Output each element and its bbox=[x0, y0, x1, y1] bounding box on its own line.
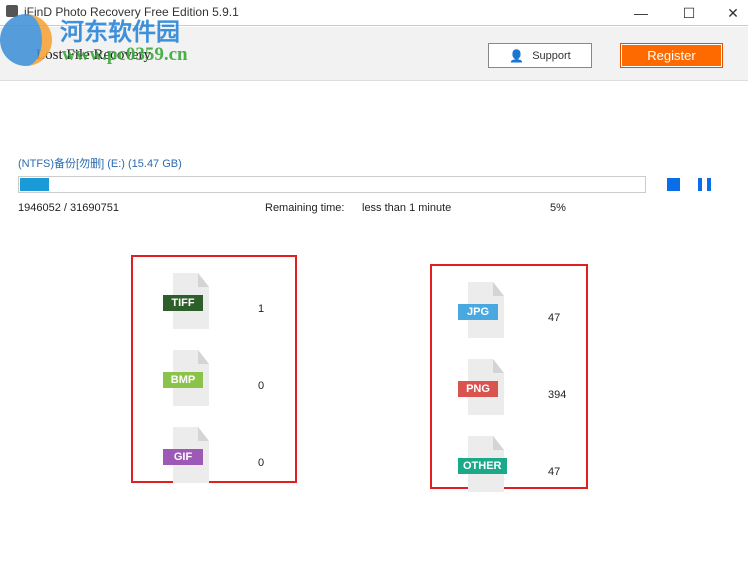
pause-button[interactable] bbox=[698, 178, 711, 191]
support-button[interactable]: 👤 Support bbox=[488, 43, 592, 68]
progress-percent: 5% bbox=[550, 202, 566, 214]
header-bar: Lost File Recovery 👤 Support Register bbox=[0, 27, 748, 81]
user-icon: 👤 bbox=[509, 48, 525, 63]
register-button[interactable]: Register bbox=[620, 43, 723, 68]
maximize-button[interactable]: ☐ bbox=[674, 3, 704, 23]
stop-button[interactable] bbox=[667, 178, 680, 191]
file-type-count: 47 bbox=[548, 466, 561, 478]
support-label: Support bbox=[532, 49, 571, 62]
drive-label: (NTFS)备份[勿删] (E:) (15.47 GB) bbox=[18, 158, 182, 170]
file-type-png-icon: PNG bbox=[458, 359, 518, 419]
remaining-label: Remaining time: bbox=[265, 202, 345, 214]
file-type-bmp-icon: BMP bbox=[163, 350, 223, 410]
file-type-label: BMP bbox=[163, 372, 203, 388]
file-type-label: OTHER bbox=[458, 458, 507, 474]
file-type-gif-icon: GIF bbox=[163, 427, 223, 487]
close-button[interactable]: ✕ bbox=[718, 3, 748, 23]
title-bar: iFinD Photo Recovery Free Edition 5.9.1 … bbox=[0, 0, 748, 26]
file-type-count: 47 bbox=[548, 312, 561, 324]
section-title: Lost File Recovery bbox=[36, 47, 151, 63]
minimize-button[interactable]: — bbox=[626, 3, 656, 23]
app-icon bbox=[6, 5, 18, 17]
progress-fill bbox=[19, 177, 51, 192]
file-type-label: TIFF bbox=[163, 295, 203, 311]
sector-count: 1946052 / 31690751 bbox=[18, 202, 119, 214]
file-type-count: 1 bbox=[258, 303, 265, 315]
window-title: iFinD Photo Recovery Free Edition 5.9.1 bbox=[24, 5, 239, 19]
file-type-label: JPG bbox=[458, 304, 498, 320]
file-type-jpg-icon: JPG bbox=[458, 282, 518, 342]
file-type-count: 0 bbox=[258, 457, 265, 469]
remaining-value: less than 1 minute bbox=[362, 202, 452, 214]
image-types-group-left: TIFF 1 BMP 0 GIF 0 bbox=[131, 255, 297, 483]
file-type-label: PNG bbox=[458, 381, 498, 397]
scan-progress-bar bbox=[18, 176, 646, 193]
image-types-group-right: JPG 47 PNG 394 OTHER 47 bbox=[430, 264, 588, 492]
file-type-tiff-icon: TIFF bbox=[163, 273, 223, 333]
file-type-label: GIF bbox=[163, 449, 203, 465]
file-type-other-icon: OTHER bbox=[458, 436, 518, 496]
file-type-count: 0 bbox=[258, 380, 265, 392]
file-type-count: 394 bbox=[548, 389, 567, 401]
